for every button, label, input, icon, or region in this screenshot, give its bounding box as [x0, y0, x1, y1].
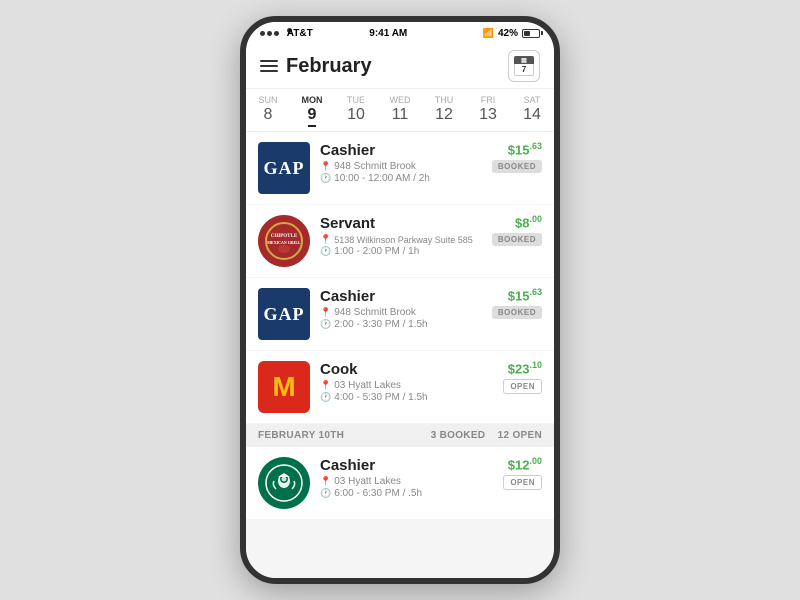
job-right-gap-2: $15.63 BOOKED: [492, 288, 542, 319]
job-right-gap-1: $15.63 BOOKED: [492, 142, 542, 173]
job-address: 📍 03 Hyatt Lakes: [320, 476, 493, 487]
battery-percent: 42%: [498, 28, 518, 39]
job-info-chipotle-1: Servant 📍 5138 Wilkinson Parkway Suite 5…: [320, 215, 482, 258]
job-time: 🕐 10:00 - 12:00 AM / 2h: [320, 173, 482, 184]
day-mon[interactable]: MON 9: [294, 95, 330, 127]
gap-logo-2: GAP: [258, 288, 310, 340]
job-info-starbucks-1: Cashier 📍 03 Hyatt Lakes 🕐 6:00 - 6:30 P…: [320, 457, 493, 500]
open-count: 12 OPEN: [498, 430, 542, 441]
job-right-chipotle-1: $8.00 BOOKED: [492, 215, 542, 246]
mcdonalds-logo-1: M: [258, 361, 310, 413]
divider-stats: 3 BOOKED 12 OPEN: [431, 430, 542, 441]
header-left: February: [260, 55, 372, 78]
job-address: 📍 5138 Wilkinson Parkway Suite 585: [320, 234, 482, 245]
phone-frame: AT&T 9:41 AM 📶 42% February ▤ 7 SUN 8: [240, 16, 560, 584]
clock-icon: 🕐: [320, 319, 331, 330]
location-icon: 📍: [320, 307, 331, 318]
job-price: $23.10: [508, 361, 542, 375]
divider-date: FEBRUARY 10TH: [258, 430, 344, 441]
location-icon: 📍: [320, 161, 331, 172]
page-title: February: [286, 55, 372, 78]
job-title: Cook: [320, 361, 493, 378]
cal-top-icon: ▤: [521, 57, 527, 64]
job-card-mcdonalds-1[interactable]: M Cook 📍 03 Hyatt Lakes 🕐 4:00 - 5:30 PM…: [246, 351, 554, 423]
carrier-text: AT&T: [287, 28, 292, 33]
day-thu[interactable]: THU 12: [426, 95, 462, 127]
job-info-gap-2: Cashier 📍 948 Schmitt Brook 🕐 2:00 - 3:3…: [320, 288, 482, 331]
day-sat[interactable]: SAT 14: [514, 95, 550, 127]
cal-day: 7: [514, 64, 534, 76]
battery-area: 📶 42%: [483, 28, 540, 39]
status-bar: AT&T 9:41 AM 📶 42%: [246, 22, 554, 44]
clock-icon: 🕐: [320, 173, 331, 184]
day-wed[interactable]: WED 11: [382, 95, 418, 127]
job-card-gap-2[interactable]: GAP Cashier 📍 948 Schmitt Brook 🕐 2:00 -…: [246, 278, 554, 350]
status-badge: OPEN: [503, 475, 542, 490]
clock-icon: 🕐: [320, 488, 331, 499]
booked-count: 3 BOOKED: [431, 430, 486, 441]
status-badge: BOOKED: [492, 306, 542, 319]
signal-dots: AT&T: [260, 28, 294, 39]
job-address: 📍 948 Schmitt Brook: [320, 307, 482, 318]
battery-icon: [522, 29, 540, 38]
job-right-mcdonalds-1: $23.10 OPEN: [503, 361, 542, 394]
job-price: $12.00: [508, 457, 542, 471]
day-sun[interactable]: SUN 8: [250, 95, 286, 127]
gap-logo-1: GAP: [258, 142, 310, 194]
date-divider: FEBRUARY 10TH 3 BOOKED 12 OPEN: [246, 424, 554, 447]
svg-text:MEXICAN GRILL: MEXICAN GRILL: [267, 240, 301, 245]
calendar-button[interactable]: ▤ 7: [508, 50, 540, 82]
location-icon: 📍: [320, 476, 331, 487]
day-selector: SUN 8 MON 9 TUE 10 WED 11 THU 12 FRI 13 …: [246, 89, 554, 132]
chipotle-logo-1: CHIPOTLE MEXICAN GRILL: [258, 215, 310, 267]
jobs-list: GAP Cashier 📍 948 Schmitt Brook 🕐 10:00 …: [246, 132, 554, 578]
location-icon: 📍: [320, 380, 331, 391]
status-badge: BOOKED: [492, 160, 542, 173]
menu-button[interactable]: [260, 60, 278, 72]
bluetooth-icon: 📶: [483, 28, 494, 39]
day-fri[interactable]: FRI 13: [470, 95, 506, 127]
job-address: 📍 948 Schmitt Brook: [320, 161, 482, 172]
job-time: 🕐 1:00 - 2:00 PM / 1h: [320, 246, 482, 257]
starbucks-logo-1: [258, 457, 310, 509]
svg-text:CHIPOTLE: CHIPOTLE: [271, 234, 298, 239]
status-badge: OPEN: [503, 379, 542, 394]
clock-icon: 🕐: [320, 392, 331, 403]
job-price: $15.63: [508, 142, 542, 156]
job-card-starbucks-1[interactable]: Cashier 📍 03 Hyatt Lakes 🕐 6:00 - 6:30 P…: [246, 447, 554, 519]
header: February ▤ 7: [246, 44, 554, 89]
job-info-gap-1: Cashier 📍 948 Schmitt Brook 🕐 10:00 - 12…: [320, 142, 482, 185]
job-right-starbucks-1: $12.00 OPEN: [503, 457, 542, 490]
job-price: $15.63: [508, 288, 542, 302]
clock-icon: 🕐: [320, 246, 331, 257]
job-card-gap-1[interactable]: GAP Cashier 📍 948 Schmitt Brook 🕐 10:00 …: [246, 132, 554, 204]
job-title: Cashier: [320, 142, 482, 159]
job-price: $8.00: [515, 215, 542, 229]
job-title: Cashier: [320, 457, 493, 474]
status-badge: BOOKED: [492, 233, 542, 246]
job-info-mcdonalds-1: Cook 📍 03 Hyatt Lakes 🕐 4:00 - 5:30 PM /…: [320, 361, 493, 404]
job-title: Cashier: [320, 288, 482, 305]
job-card-chipotle-1[interactable]: CHIPOTLE MEXICAN GRILL Servant 📍 5138 Wi…: [246, 205, 554, 277]
time-display: 9:41 AM: [369, 28, 407, 39]
job-address: 📍 03 Hyatt Lakes: [320, 380, 493, 391]
job-time: 🕐 4:00 - 5:30 PM / 1.5h: [320, 392, 493, 403]
job-time: 🕐 2:00 - 3:30 PM / 1.5h: [320, 319, 482, 330]
job-time: 🕐 6:00 - 6:30 PM / .5h: [320, 488, 493, 499]
location-icon: 📍: [320, 234, 331, 245]
day-tue[interactable]: TUE 10: [338, 95, 374, 127]
job-title: Servant: [320, 215, 482, 232]
